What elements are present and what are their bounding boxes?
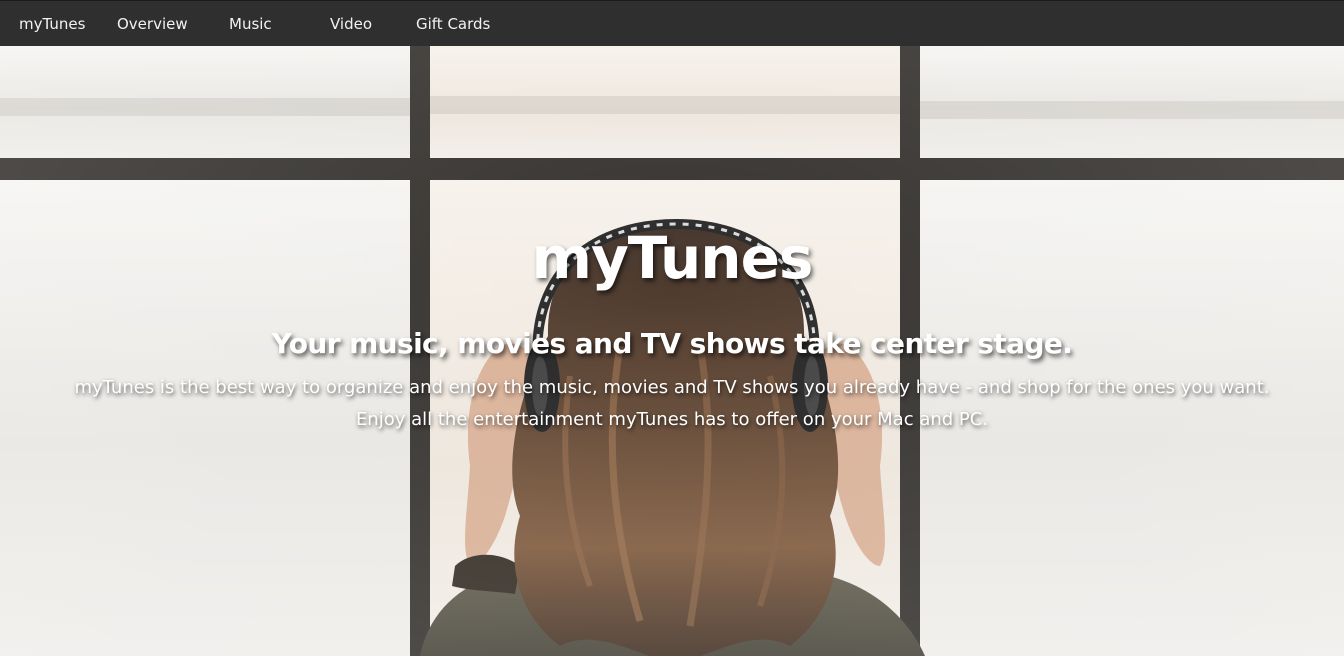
hero-subtitle: Your music, movies and TV shows take cen… bbox=[271, 327, 1073, 361]
nav-item-gift-cards[interactable]: Gift Cards bbox=[416, 14, 490, 34]
hero-description-line: myTunes is the best way to organize and … bbox=[74, 377, 1270, 398]
nav-brand-link[interactable]: myTunes bbox=[19, 14, 85, 34]
hero-section: myTunes Your music, movies and TV shows … bbox=[0, 46, 1344, 656]
hero-title: myTunes bbox=[531, 223, 814, 292]
hero-description-line: Enjoy all the entertainment myTunes has … bbox=[355, 409, 989, 430]
nav-item-music[interactable]: Music bbox=[229, 14, 272, 34]
nav-item-video[interactable]: Video bbox=[330, 14, 372, 34]
nav-item-overview[interactable]: Overview bbox=[117, 14, 188, 34]
hero-description: myTunes is the best way to organize and … bbox=[72, 372, 1272, 436]
top-navbar: myTunes Overview Music Video Gift Cards bbox=[0, 0, 1344, 46]
